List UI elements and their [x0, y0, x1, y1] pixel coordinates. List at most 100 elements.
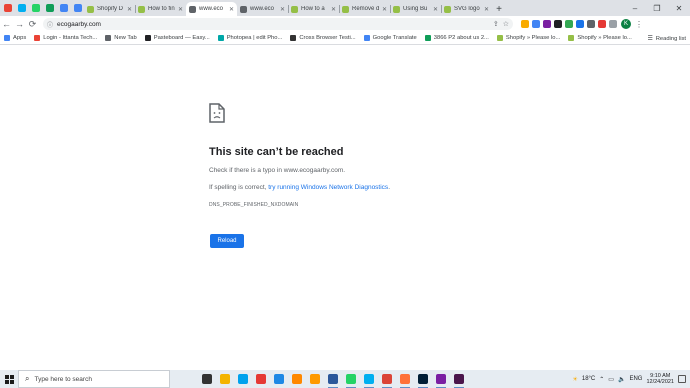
back-button[interactable]: ←: [0, 18, 13, 31]
tab-close-icon[interactable]: ✕: [127, 6, 132, 13]
file-explorer-icon: [220, 374, 230, 384]
bookmark-item[interactable]: Apps: [4, 35, 26, 41]
tab[interactable]: SVG logo ✕: [441, 2, 492, 16]
forward-button[interactable]: →: [13, 18, 26, 31]
tab-close-icon[interactable]: ✕: [280, 6, 285, 13]
bookmark-item[interactable]: Cross Browser Testi...: [290, 35, 356, 41]
clock[interactable]: 9:10 AM 12/24/2021: [646, 373, 674, 386]
taskbar-app-photoshop[interactable]: [414, 370, 432, 388]
bookmark-favicon-icon: [290, 35, 297, 41]
reload-page-button[interactable]: Reload: [210, 234, 244, 248]
system-tray: ☀ 18°C ⌃ ▭ 🔈 ENG 9:10 AM 12/24/2021: [572, 370, 690, 388]
share-icon[interactable]: ⇪: [493, 20, 499, 28]
extension-icon[interactable]: [565, 20, 573, 28]
tab-close-icon[interactable]: ✕: [484, 6, 489, 13]
windows-taskbar: ⌕ Type here to search ☀ 18°C ⌃ ▭ 🔈 ENG 9…: [0, 370, 690, 388]
taskbar-app-edge[interactable]: [270, 370, 288, 388]
extension-icon[interactable]: [598, 20, 606, 28]
bookmark-item[interactable]: Photopea | edit Pho...: [217, 35, 282, 41]
extension-icon[interactable]: [532, 20, 540, 28]
tab-close-icon[interactable]: ✕: [382, 6, 387, 13]
reload-button[interactable]: ⟳: [26, 18, 39, 31]
bookmark-item[interactable]: Login - Ittanta Tech...: [34, 35, 97, 41]
extension-icon[interactable]: [521, 20, 529, 28]
tab[interactable]: Using Bu ✕: [390, 2, 441, 16]
taskbar-app-firefox[interactable]: [396, 370, 414, 388]
taskbar-app-app-red[interactable]: [252, 370, 270, 388]
taskbar-app-vlc[interactable]: [288, 370, 306, 388]
taskbar-app-file-explorer[interactable]: [216, 370, 234, 388]
search-placeholder: Type here to search: [34, 375, 92, 383]
taskbar-app-skype[interactable]: [360, 370, 378, 388]
bookmark-item[interactable]: 3866 P2 about us 2...: [424, 35, 489, 41]
address-bar[interactable]: ⓘ ecogaarby.com ⇪ ☆: [43, 18, 513, 30]
maximize-button[interactable]: ❐: [646, 0, 668, 16]
illustrator-icon: [310, 374, 320, 384]
extension-icon[interactable]: [576, 20, 584, 28]
taskbar-app-slack[interactable]: [450, 370, 468, 388]
pinned-tab[interactable]: [58, 2, 70, 14]
tab[interactable]: Shopify D ✕: [84, 2, 135, 16]
tab-close-icon[interactable]: ✕: [229, 6, 234, 13]
extension-icon[interactable]: [554, 20, 562, 28]
tab-list: Shopify D ✕ How to fin ✕ www.eco ✕ www.eco ✕ How…: [84, 2, 492, 16]
pinned-tab[interactable]: [2, 2, 14, 14]
bookmark-label: Shopify » Please lo...: [505, 35, 561, 41]
sad-page-icon: [209, 103, 225, 123]
network-icon[interactable]: ▭: [608, 376, 614, 383]
app-purple-icon: [436, 374, 446, 384]
extension-icon[interactable]: [587, 20, 595, 28]
language-indicator[interactable]: ENG: [629, 376, 642, 382]
app-red-icon: [256, 374, 266, 384]
tab[interactable]: www.eco ✕: [237, 2, 288, 16]
extension-icon[interactable]: [609, 20, 617, 28]
taskbar-app-illustrator[interactable]: [306, 370, 324, 388]
pinned-tab[interactable]: [16, 2, 28, 14]
word-icon: [328, 374, 338, 384]
taskbar-app-whatsapp[interactable]: [342, 370, 360, 388]
bookmark-item[interactable]: Google Translate: [363, 35, 417, 41]
pinned-tab[interactable]: [30, 2, 42, 14]
tab-close-icon[interactable]: ✕: [331, 6, 336, 13]
extension-icon[interactable]: [543, 20, 551, 28]
bookmark-star-icon[interactable]: ☆: [503, 20, 509, 28]
weather-temperature[interactable]: 18°C: [582, 376, 595, 382]
pinned-tab[interactable]: [44, 2, 56, 14]
new-tab-button[interactable]: +: [492, 2, 506, 16]
bookmark-item[interactable]: Shopify » Please lo...: [496, 35, 561, 41]
tab[interactable]: How to fin ✕: [135, 2, 186, 16]
bookmark-label: Pasteboard — Easy...: [153, 35, 210, 41]
tab[interactable]: How to a ✕: [288, 2, 339, 16]
profile-avatar[interactable]: K: [621, 19, 631, 29]
bookmark-item[interactable]: Pasteboard — Easy...: [144, 35, 210, 41]
taskbar-app-task-view[interactable]: [198, 370, 216, 388]
taskbar-app-word[interactable]: [324, 370, 342, 388]
volume-icon[interactable]: 🔈: [618, 376, 625, 383]
close-window-button[interactable]: ✕: [668, 0, 690, 16]
taskbar-app-chrome[interactable]: [378, 370, 396, 388]
bookmark-item[interactable]: Shopify » Please lo...: [568, 35, 632, 41]
start-button[interactable]: [0, 370, 18, 388]
tab[interactable]: Remove d ✕: [339, 2, 390, 16]
bookmark-label: Google Translate: [372, 35, 417, 41]
weather-icon[interactable]: ☀: [572, 376, 577, 383]
tab-close-icon[interactable]: ✕: [433, 6, 438, 13]
search-icon: ⌕: [25, 374, 30, 383]
taskbar-app-app-l[interactable]: [234, 370, 252, 388]
chrome-menu-icon[interactable]: ⋮: [635, 20, 643, 29]
url-text[interactable]: ecogaarby.com: [57, 21, 489, 28]
tab-favicon-icon: [342, 5, 349, 13]
taskbar-search-box[interactable]: ⌕ Type here to search: [18, 370, 170, 388]
taskbar-app-app-purple[interactable]: [432, 370, 450, 388]
tab-close-icon[interactable]: ✕: [178, 6, 183, 13]
app-l-icon: [238, 374, 248, 384]
site-info-icon[interactable]: ⓘ: [47, 20, 53, 29]
reading-list-button[interactable]: ☰ Reading list: [648, 32, 687, 45]
bookmark-item[interactable]: New Tab: [105, 35, 137, 41]
notification-center-icon[interactable]: [678, 375, 686, 383]
tab-active[interactable]: www.eco ✕: [186, 2, 237, 16]
minimize-button[interactable]: –: [624, 0, 646, 16]
network-diagnostics-link[interactable]: try running Windows Network Diagnostics: [268, 184, 388, 191]
pinned-tab[interactable]: [72, 2, 84, 14]
tray-expand-icon[interactable]: ⌃: [599, 376, 604, 383]
